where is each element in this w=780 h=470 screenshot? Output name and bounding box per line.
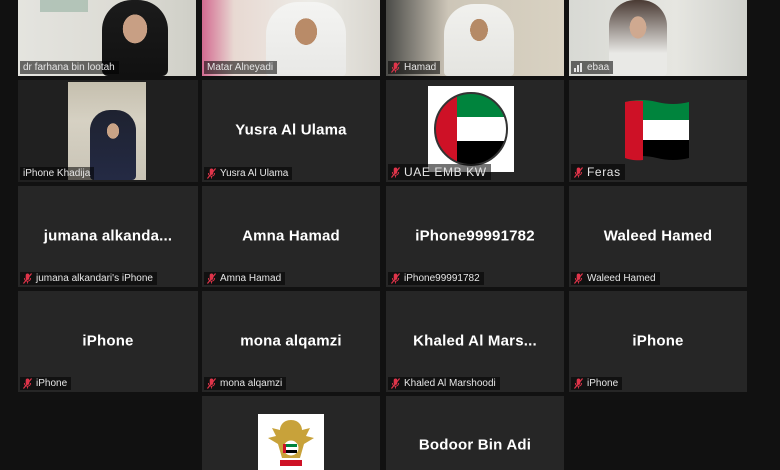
mic-muted-icon [23,273,32,284]
mic-muted-icon [207,273,216,284]
name-label: iPhone [20,377,72,390]
name-label: iPhone Khadija [20,167,95,180]
participant-display-name: Bodoor Bin Adi [418,436,532,454]
uae-flag-wave-icon [625,100,689,161]
participant-name: Matar Alneyadi [207,62,274,73]
participant-tile-ebaa[interactable]: ebaa [569,0,747,76]
person-video [266,2,346,76]
name-label: iPhone [571,377,623,390]
uae-flag-icon [428,86,514,172]
participant-tile-iphone-1[interactable]: iPhone iPhone [18,291,198,392]
participant-tile-khadija[interactable]: iPhone Khadija [18,80,198,182]
mic-muted-icon [207,168,216,179]
name-label: Matar Alneyadi [204,61,278,74]
participant-name: iPhone99991782 [404,273,480,284]
mic-muted-icon [207,378,216,389]
participant-tile-emblem[interactable] [202,396,380,470]
audio-level-icon [574,63,583,72]
name-label: Khaled Al Marshoodi [388,377,500,390]
participant-tile-jumana[interactable]: jumana alkanda... jumana alkandari's iPh… [18,186,198,287]
participant-tile-khaled[interactable]: Khaled Al Mars... Khaled Al Marshoodi [386,291,564,392]
participant-name: iPhone Khadija [23,168,91,179]
person-video [444,4,514,76]
mic-muted-icon [23,378,32,389]
participant-tile-mona[interactable]: mona alqamzi mona alqamzi [202,291,380,392]
participant-name: ebaa [587,62,610,73]
name-label: jumana alkandari's iPhone [20,272,157,285]
participant-display-name: mona alqamzi [240,332,342,350]
person-video [609,0,667,76]
participant-display-name: jumana alkanda... [43,227,173,245]
participant-name: Hamad [404,62,437,73]
mic-muted-icon [391,273,400,284]
participant-display-name: Waleed Hamed [603,227,713,245]
name-label: Yusra Al Ulama [204,167,293,180]
participant-display-name: iPhone [632,332,684,350]
mic-muted-icon [391,378,400,389]
name-label: Feras [571,164,625,180]
participant-tile-bodoor[interactable]: Bodoor Bin Adi [386,396,564,470]
person-video [90,110,136,180]
name-label: UAE EMB KW [388,164,491,180]
participant-tile-feras[interactable]: Feras [569,80,747,182]
participant-name: iPhone [36,378,68,389]
participant-tile-yusra[interactable]: Yusra Al Ulama Yusra Al Ulama [202,80,380,182]
participant-tile-iphone99991782[interactable]: iPhone99991782 iPhone99991782 [386,186,564,287]
participant-name: Waleed Hamed [587,273,656,284]
name-label: mona alqamzi [204,377,287,390]
uae-emblem-icon [258,414,324,470]
participant-name: Yusra Al Ulama [220,168,289,179]
participant-tile-farhana[interactable]: dr farhana bin lootah [18,0,196,76]
participant-display-name: Yusra Al Ulama [235,121,347,139]
participant-name: dr farhana bin lootah [23,62,115,73]
participant-tile-hamad[interactable]: Hamad [386,0,564,76]
participant-tile-iphone-2[interactable]: iPhone iPhone [569,291,747,392]
mic-muted-icon [391,166,400,178]
name-label: Amna Hamad [204,272,286,285]
participant-name: iPhone [587,378,619,389]
participant-display-name: iPhone99991782 [415,227,535,245]
participant-tile-matar[interactable]: Matar Alneyadi [202,0,380,76]
mic-muted-icon [574,378,583,389]
mic-muted-icon [574,166,583,178]
participant-name: Khaled Al Marshoodi [404,378,496,389]
name-label: ebaa [571,61,614,74]
participant-display-name: Amna Hamad [242,227,340,245]
name-label: Hamad [388,61,441,74]
participant-name: jumana alkandari's iPhone [36,273,153,284]
participant-display-name: iPhone [82,332,134,350]
participant-tile-uae-emb-kw[interactable]: UAE EMB KW [386,80,564,182]
participant-tile-amna[interactable]: Amna Hamad Amna Hamad [202,186,380,287]
name-label: Waleed Hamed [571,272,660,285]
participant-name: mona alqamzi [220,378,283,389]
gallery-grid: dr farhana bin lootah Matar Alneyadi Ham… [0,0,780,470]
participant-tile-waleed[interactable]: Waleed Hamed Waleed Hamed [569,186,747,287]
mic-muted-icon [574,273,583,284]
participant-name: UAE EMB KW [404,165,487,179]
participant-name: Amna Hamad [220,273,282,284]
mic-muted-icon [391,62,400,73]
name-label: dr farhana bin lootah [20,61,119,74]
name-label: iPhone99991782 [388,272,484,285]
logo-decor [40,0,88,12]
participant-name: Feras [587,165,621,179]
participant-display-name: Khaled Al Mars... [413,332,537,350]
